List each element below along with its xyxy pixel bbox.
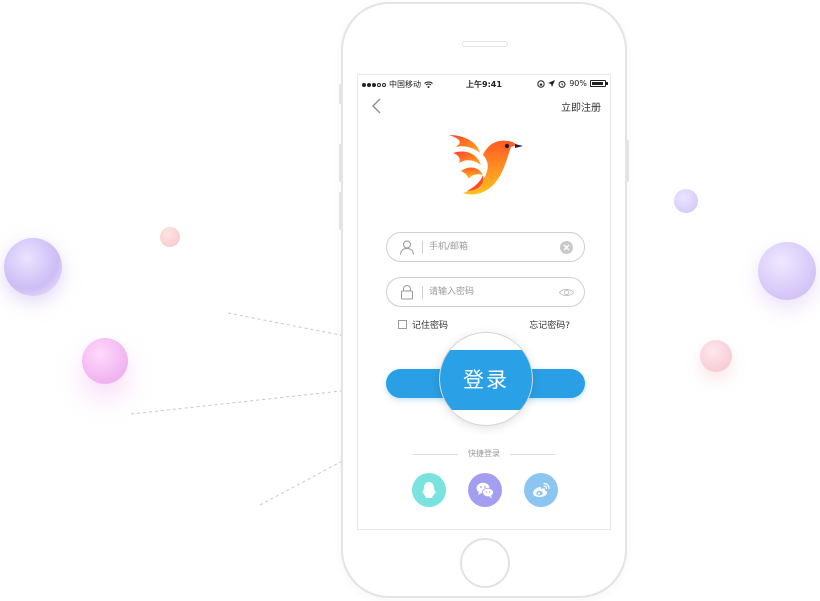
speaker-grille — [462, 41, 508, 47]
volume-down-button — [339, 192, 342, 230]
phone-screen: 中国移动 上午9:41 90% 立即注册 手机/邮箱 记住密码 忘记密码? 快捷… — [357, 74, 611, 530]
user-icon — [400, 240, 414, 255]
phoenix-logo-icon — [449, 135, 523, 195]
login-button-label: 登录 — [463, 368, 509, 392]
battery-icon — [590, 80, 608, 87]
lock-rotation-icon — [537, 79, 545, 88]
forgot-password-link[interactable]: 忘记密码? — [529, 318, 570, 331]
remember-label: 记住密码 — [412, 321, 449, 331]
field-divider — [422, 241, 423, 254]
weibo-icon — [533, 482, 550, 497]
clear-icon[interactable] — [559, 240, 574, 255]
back-chevron-icon[interactable] — [370, 97, 384, 115]
volume-up-button — [339, 144, 342, 182]
weibo-login-button[interactable] — [524, 473, 558, 507]
password-field[interactable] — [386, 277, 585, 307]
power-button — [626, 140, 629, 182]
status-bar: 中国移动 上午9:41 90% — [358, 77, 610, 91]
wechat-login-button[interactable] — [468, 473, 502, 507]
wechat-icon — [476, 482, 494, 499]
remember-checkbox[interactable] — [398, 320, 407, 329]
account-field[interactable] — [386, 232, 585, 262]
home-button — [460, 538, 510, 588]
remember-password-option[interactable]: 记住密码 — [398, 318, 448, 331]
location-icon — [548, 80, 556, 87]
qq-icon — [422, 482, 436, 498]
battery-percent: 90% — [569, 79, 587, 88]
password-input[interactable] — [429, 278, 553, 306]
login-magnifier: 登录 — [439, 332, 533, 426]
mute-switch — [339, 84, 342, 104]
divider-line — [510, 454, 555, 455]
promo-stage: 中国移动 上午9:41 90% 立即注册 手机/邮箱 记住密码 忘记密码? 快捷… — [0, 0, 820, 601]
qq-login-button[interactable] — [412, 473, 446, 507]
eye-icon[interactable] — [559, 285, 574, 300]
account-input[interactable] — [429, 233, 553, 261]
register-link[interactable]: 立即注册 — [561, 99, 601, 114]
quick-login-divider: 快捷登录 — [358, 448, 610, 460]
lock-icon — [401, 285, 413, 300]
phone-mockup: 中国移动 上午9:41 90% 立即注册 手机/邮箱 记住密码 忘记密码? 快捷… — [339, 2, 629, 598]
quick-login-title: 快捷登录 — [468, 449, 500, 458]
field-divider — [422, 286, 423, 299]
alarm-icon — [558, 80, 566, 88]
